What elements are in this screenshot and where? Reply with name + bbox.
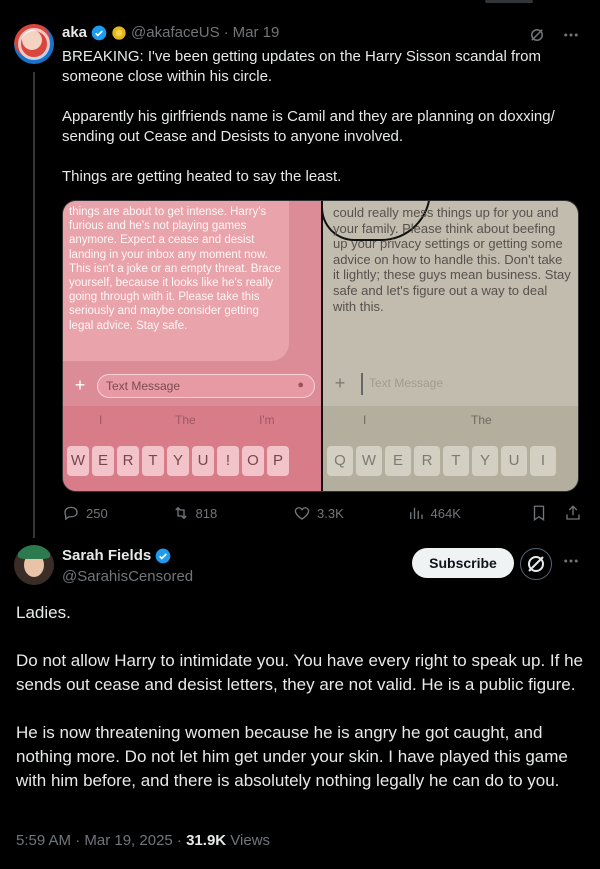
- views-count: 31.9K: [186, 832, 227, 849]
- key: U: [501, 446, 527, 476]
- reply-icon: [64, 506, 78, 521]
- top-scroll-pill: [485, 0, 533, 3]
- separator-dot: ·: [223, 24, 229, 41]
- verified-badge-icon: [155, 548, 171, 563]
- repost-icon: [174, 506, 187, 520]
- keyboard: I The Q W E R T Y U I: [323, 406, 578, 491]
- keyboard: I The I'm W E R T Y U ! O P: [63, 406, 321, 491]
- key: W: [356, 446, 382, 476]
- message-bar: + Text Message ●: [69, 373, 315, 399]
- grok-icon[interactable]: [528, 26, 546, 44]
- screenshot-image-left: things are about to get intense. Harry's…: [63, 201, 321, 491]
- message-input: Text Message ●: [97, 374, 315, 398]
- suggestion: I: [99, 413, 103, 427]
- key: !: [217, 446, 239, 476]
- views-count: 464K: [430, 505, 461, 521]
- author-name-row: Sarah Fields: [62, 547, 171, 564]
- author-name[interactable]: aka: [62, 24, 87, 41]
- key: Y: [472, 446, 498, 476]
- reply-count: 250: [86, 505, 108, 521]
- tweet-header: aka @akafaceUS · Mar 19: [62, 24, 279, 41]
- author-name[interactable]: Sarah Fields: [62, 547, 151, 564]
- bookmark-icon[interactable]: [530, 504, 548, 522]
- author-handle[interactable]: @SarahisCensored: [62, 568, 193, 585]
- message-bubble: things are about to get intense. Harry's…: [63, 201, 289, 361]
- suggestion: I'm: [259, 413, 275, 427]
- key: P: [267, 446, 289, 476]
- message-bubble: could really mess things up for you and …: [333, 205, 571, 314]
- suggestion: The: [175, 413, 196, 427]
- key: R: [414, 446, 440, 476]
- key: O: [242, 446, 264, 476]
- reply-button[interactable]: 250: [62, 504, 172, 522]
- tweet-media[interactable]: things are about to get intense. Harry's…: [62, 200, 579, 492]
- more-icon[interactable]: [562, 552, 580, 575]
- repost-button[interactable]: 818: [172, 504, 293, 522]
- message-input: Text Message: [361, 373, 569, 395]
- key: I: [530, 446, 556, 476]
- gold-badge-icon: [112, 25, 126, 40]
- key: E: [385, 446, 411, 476]
- message-bar: + Text Message: [329, 371, 569, 397]
- subscribe-button[interactable]: Subscribe: [412, 548, 514, 578]
- avatar[interactable]: [14, 24, 54, 64]
- tweet-meta: 5:59 AM · Mar 19, 2025 · 31.9K Views: [16, 832, 270, 849]
- key-row: Q W E R T Y U I: [327, 446, 556, 476]
- grok-icon: [528, 556, 544, 572]
- tweet-timestamp[interactable]: 5:59 AM · Mar 19, 2025 ·: [16, 832, 186, 849]
- tweet-text: Ladies. Do not allow Harry to intimidate…: [16, 603, 583, 790]
- key: U: [192, 446, 214, 476]
- key: T: [142, 446, 164, 476]
- repost-count: 818: [195, 505, 218, 521]
- grok-button[interactable]: [520, 548, 552, 580]
- like-count: 3.3K: [317, 505, 344, 521]
- plus-icon: +: [74, 375, 86, 395]
- tweet-date[interactable]: Mar 19: [233, 24, 280, 41]
- message-placeholder: Text Message: [106, 379, 181, 393]
- key-row: W E R T Y U ! O P: [67, 446, 289, 476]
- views-button[interactable]: 464K: [407, 504, 530, 522]
- views-label: Views: [226, 832, 271, 849]
- like-button[interactable]: 3.3K: [293, 504, 407, 522]
- tweet-header-actions: [528, 26, 580, 44]
- thread-line: [33, 72, 35, 538]
- key: T: [443, 446, 469, 476]
- key: E: [92, 446, 114, 476]
- mic-icon: ●: [297, 379, 304, 391]
- share-icon[interactable]: [564, 504, 582, 522]
- suggestion: The: [471, 413, 492, 427]
- tweet-actions: 250 818 3.3K 464K: [62, 504, 582, 522]
- like-icon: [294, 507, 310, 520]
- suggestion: I: [363, 413, 367, 427]
- more-icon[interactable]: [562, 26, 580, 44]
- author-handle[interactable]: @akafaceUS: [131, 24, 220, 41]
- plus-icon: +: [334, 373, 346, 393]
- key: W: [67, 446, 89, 476]
- screenshot-image-right: could really mess things up for you and …: [321, 201, 578, 491]
- key: Y: [167, 446, 189, 476]
- key: Q: [327, 446, 353, 476]
- views-icon: [409, 507, 423, 519]
- tweet-text: BREAKING: I've been getting updates on t…: [62, 48, 555, 185]
- tweet-extra-actions: [530, 504, 582, 522]
- avatar[interactable]: [14, 545, 54, 585]
- verified-badge-icon: [91, 25, 107, 40]
- key: R: [117, 446, 139, 476]
